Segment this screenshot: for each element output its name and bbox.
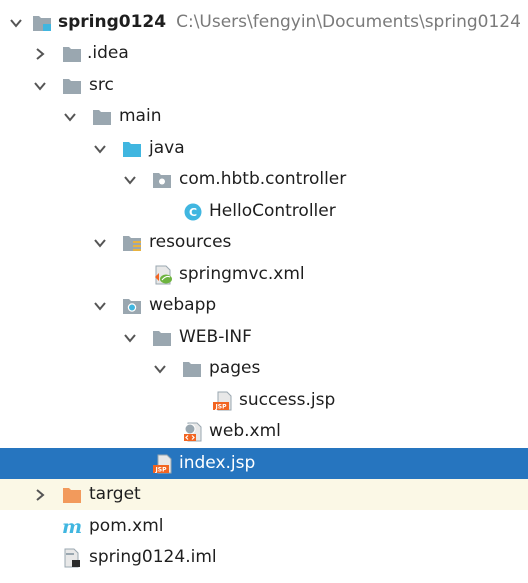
tree-row-package[interactable]: com.hbtb.controller <box>0 164 528 195</box>
project-root-label: spring0124 C:\Users\fengyin\Documents\spr… <box>58 11 521 33</box>
jsp-file-icon: JSP <box>213 391 232 411</box>
source-folder-icon <box>123 142 141 157</box>
src-label: src <box>89 75 114 95</box>
web-xml-file-icon <box>184 422 202 442</box>
success-jsp-label: success.jsp <box>239 390 336 410</box>
tree-row-web-inf[interactable]: WEB-INF <box>0 322 528 353</box>
spring-xml-file-icon <box>155 265 172 285</box>
java-class-icon: C <box>184 203 202 221</box>
tree-row-web-xml[interactable]: web.xml <box>0 416 528 447</box>
module-folder-icon <box>33 16 51 31</box>
resources-label: resources <box>149 232 232 252</box>
jsp-icon-text: JSP <box>155 467 168 474</box>
chevron-down-icon[interactable] <box>33 79 47 93</box>
package-label: com.hbtb.controller <box>179 169 347 189</box>
project-path: C:\Users\fengyin\Documents\spring0124 <box>176 12 521 32</box>
java-label: java <box>149 138 185 158</box>
web-folder-icon <box>123 299 141 314</box>
tree-row-hello-controller[interactable]: C HelloController <box>0 196 528 227</box>
chevron-down-icon[interactable] <box>63 110 77 124</box>
chevron-down-icon[interactable] <box>123 173 137 187</box>
idea-name: idea <box>92 43 129 63</box>
package-icon <box>153 173 171 188</box>
tree-row-index-jsp[interactable]: JSP index.jsp <box>0 448 528 479</box>
chevron-down-icon[interactable] <box>9 16 23 30</box>
chevron-right-icon[interactable] <box>33 488 47 502</box>
idea-label: .idea <box>87 43 129 63</box>
tree-row-springmvc-xml[interactable]: springmvc.xml <box>0 259 528 290</box>
chevron-right-icon[interactable] <box>33 47 47 61</box>
jsp-file-icon: JSP <box>153 454 172 474</box>
folder-icon <box>63 79 81 94</box>
main-label: main <box>119 106 162 126</box>
tree-row-idea[interactable]: .idea <box>0 38 528 69</box>
tree-row-success-jsp[interactable]: JSP success.jsp <box>0 385 528 416</box>
webapp-label: webapp <box>149 295 217 315</box>
chevron-down-icon[interactable] <box>93 236 107 250</box>
class-icon-letter: C <box>189 206 197 219</box>
tree-row-target[interactable]: target <box>0 479 528 510</box>
folder-icon <box>183 362 201 377</box>
web-xml-label: web.xml <box>209 421 281 441</box>
iml-file-icon <box>64 548 80 568</box>
resources-folder-icon <box>123 236 141 251</box>
chevron-down-icon[interactable] <box>93 299 107 313</box>
iml-label: spring0124.iml <box>89 547 217 567</box>
tree-row-pom-xml[interactable]: m pom.xml <box>0 511 528 542</box>
pom-xml-label: pom.xml <box>89 516 164 536</box>
web-inf-label: WEB-INF <box>179 327 252 347</box>
tree-row-resources[interactable]: resources <box>0 227 528 258</box>
chevron-down-icon[interactable] <box>123 331 137 345</box>
jsp-icon-text: JSP <box>215 404 228 411</box>
maven-icon: m <box>62 517 82 537</box>
folder-icon <box>153 331 171 346</box>
tree-row-src[interactable]: src <box>0 70 528 101</box>
tree-row-pages[interactable]: pages <box>0 353 528 384</box>
pages-label: pages <box>209 358 261 378</box>
hello-controller-label: HelloController <box>209 201 336 221</box>
tree-row-main[interactable]: main <box>0 101 528 132</box>
index-jsp-label: index.jsp <box>179 453 256 473</box>
svg-text:m: m <box>62 517 82 537</box>
chevron-down-icon[interactable] <box>153 362 167 376</box>
tree-row-root[interactable]: spring0124 C:\Users\fengyin\Documents\spr… <box>0 7 528 38</box>
tree-row-webapp[interactable]: webapp <box>0 290 528 321</box>
springmvc-xml-label: springmvc.xml <box>179 264 305 284</box>
tree-row-iml[interactable]: spring0124.iml <box>0 542 528 573</box>
chevron-down-icon[interactable] <box>93 142 107 156</box>
folder-icon <box>63 47 81 62</box>
folder-icon <box>93 110 111 125</box>
excluded-folder-icon <box>63 488 81 503</box>
target-label: target <box>89 484 141 504</box>
tree-row-java[interactable]: java <box>0 133 528 164</box>
project-name: spring0124 <box>58 12 167 32</box>
